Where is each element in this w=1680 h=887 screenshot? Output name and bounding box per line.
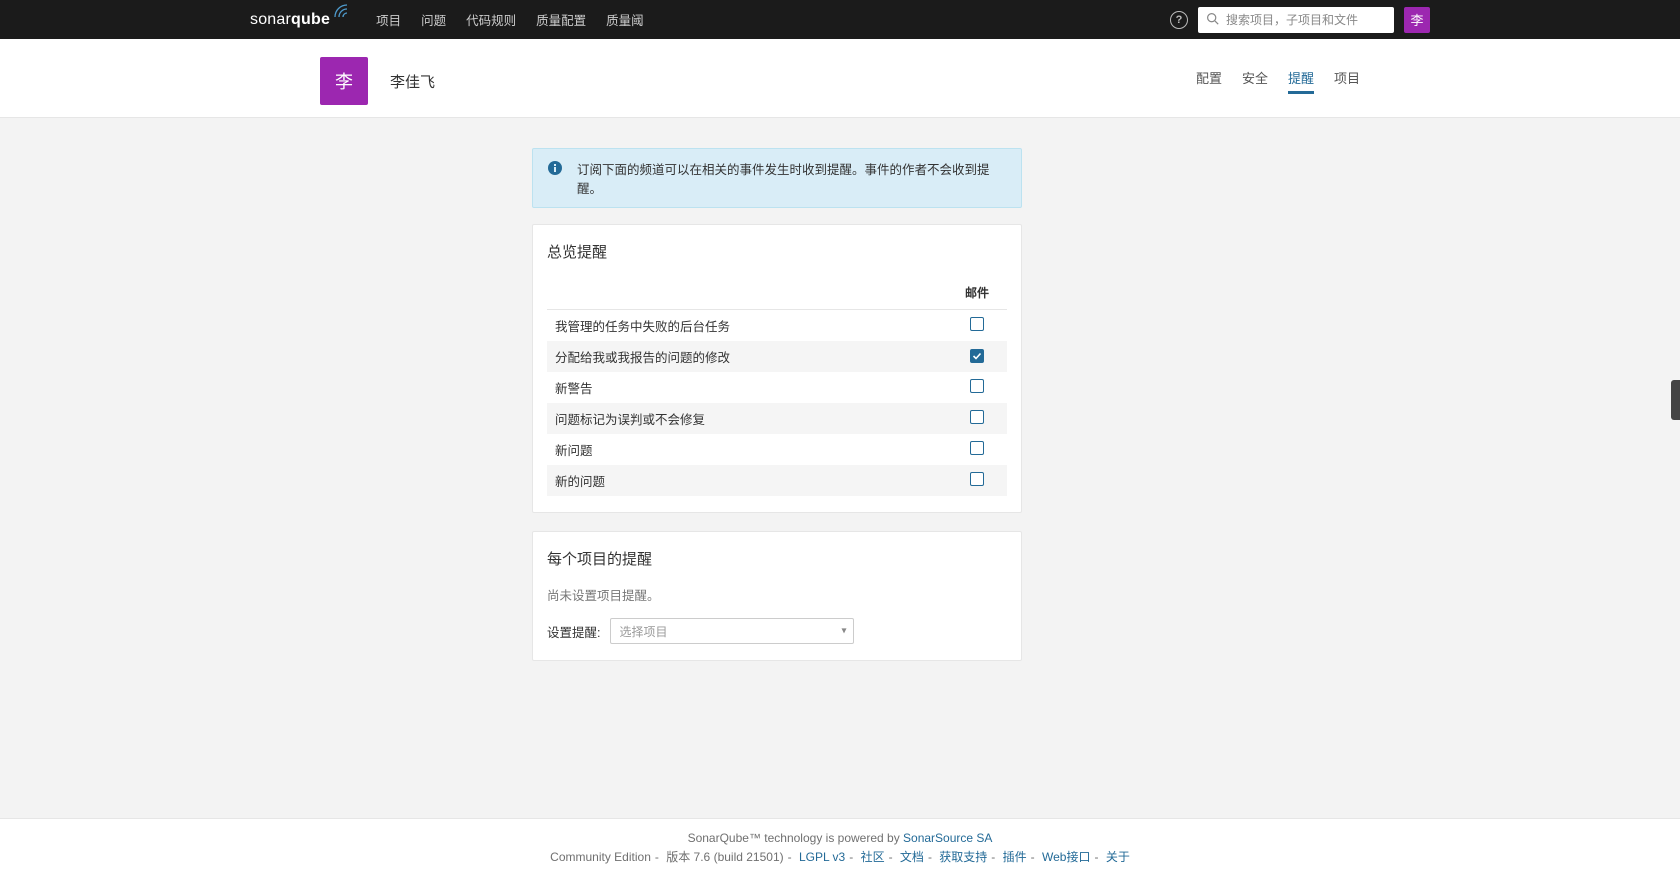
user-name: 李佳飞 bbox=[390, 71, 435, 92]
notification-checkbox-cell bbox=[947, 434, 1007, 465]
table-row: 新的问题 bbox=[547, 465, 1007, 496]
checkbox[interactable] bbox=[970, 379, 984, 393]
nav-projects[interactable]: 项目 bbox=[366, 0, 411, 39]
notification-label: 我管理的任务中失败的后台任务 bbox=[547, 310, 947, 342]
notification-checkbox-cell bbox=[947, 341, 1007, 372]
footer-link-about[interactable]: 关于 bbox=[1106, 850, 1130, 864]
search-box bbox=[1198, 7, 1394, 33]
footer-version: 版本 7.6 (build 21501) bbox=[666, 850, 783, 864]
logo-waves-icon bbox=[334, 4, 348, 21]
tab-security[interactable]: 安全 bbox=[1242, 68, 1268, 94]
navbar-left: sonarqube 项目 问题 代码规则 质量配置 质量阈 bbox=[20, 0, 654, 39]
notification-label: 分配给我或我报告的问题的修改 bbox=[547, 341, 947, 372]
user-avatar-small[interactable]: 李 bbox=[1404, 7, 1430, 33]
table-row: 问题标记为误判或不会修复 bbox=[547, 403, 1007, 434]
checkbox[interactable] bbox=[970, 317, 984, 331]
checkbox[interactable] bbox=[970, 441, 984, 455]
notification-checkbox-cell bbox=[947, 310, 1007, 342]
project-select[interactable]: 选择项目 ▾ bbox=[610, 618, 854, 644]
logo-thin: sonar bbox=[250, 11, 291, 28]
panel-global-notifications: 总览提醒 邮件 我管理的任务中失败的后台任务分配给我或我报告的问题的修改新警告问… bbox=[532, 224, 1022, 513]
footer-edition: Community Edition bbox=[550, 850, 651, 864]
search-input[interactable] bbox=[1198, 7, 1394, 33]
tab-projects[interactable]: 项目 bbox=[1334, 68, 1360, 94]
footer-link-lgpl[interactable]: LGPL v3 bbox=[799, 850, 845, 864]
chevron-down-icon: ▾ bbox=[841, 626, 846, 637]
checkbox[interactable] bbox=[970, 472, 984, 486]
notification-label: 新问题 bbox=[547, 434, 947, 465]
footer-powered-prefix: SonarQube™ technology is powered by bbox=[688, 831, 903, 845]
info-icon bbox=[547, 160, 563, 179]
main-area: 订阅下面的频道可以在相关的事件发生时收到提醒。事件的作者不会收到提醒。 总览提醒… bbox=[0, 118, 1680, 818]
table-row: 我管理的任务中失败的后台任务 bbox=[547, 310, 1007, 342]
footer-link-plugins[interactable]: 插件 bbox=[1003, 850, 1027, 864]
help-icon[interactable]: ? bbox=[1170, 11, 1188, 29]
notification-label: 新的问题 bbox=[547, 465, 947, 496]
panel-global-title: 总览提醒 bbox=[547, 241, 1007, 262]
notification-table: 邮件 我管理的任务中失败的后台任务分配给我或我报告的问题的修改新警告问题标记为误… bbox=[547, 278, 1007, 496]
checkbox[interactable] bbox=[970, 410, 984, 424]
panel-project-notifications: 每个项目的提醒 尚未设置项目提醒。 设置提醒: 选择项目 ▾ bbox=[532, 531, 1022, 661]
subheader: 李 李佳飞 配置 安全 提醒 项目 bbox=[0, 39, 1680, 118]
subtabs: 配置 安全 提醒 项目 bbox=[1196, 68, 1360, 94]
footer-link-docs[interactable]: 文档 bbox=[900, 850, 924, 864]
top-navbar: sonarqube 项目 问题 代码规则 质量配置 质量阈 ? 李 bbox=[0, 0, 1680, 39]
checkbox[interactable] bbox=[970, 349, 984, 363]
footer: SonarQube™ technology is powered by Sona… bbox=[0, 818, 1680, 887]
navbar-right: ? 李 bbox=[1170, 7, 1660, 33]
table-row: 分配给我或我报告的问题的修改 bbox=[547, 341, 1007, 372]
footer-link-support[interactable]: 获取支持 bbox=[939, 850, 987, 864]
panel-project-title: 每个项目的提醒 bbox=[547, 548, 1007, 569]
nav-issues[interactable]: 问题 bbox=[411, 0, 456, 39]
logo[interactable]: sonarqube bbox=[250, 10, 348, 29]
footer-link-community[interactable]: 社区 bbox=[861, 850, 885, 864]
tab-notifications[interactable]: 提醒 bbox=[1288, 68, 1314, 94]
tab-profile[interactable]: 配置 bbox=[1196, 68, 1222, 94]
notification-label: 问题标记为误判或不会修复 bbox=[547, 403, 947, 434]
info-banner-text: 订阅下面的频道可以在相关的事件发生时收到提醒。事件的作者不会收到提醒。 bbox=[577, 159, 1007, 197]
footer-sonarsource-link[interactable]: SonarSource SA bbox=[903, 831, 992, 845]
notification-checkbox-cell bbox=[947, 403, 1007, 434]
nav-rules[interactable]: 代码规则 bbox=[456, 0, 526, 39]
side-handle[interactable] bbox=[1671, 380, 1680, 420]
project-empty-text: 尚未设置项目提醒。 bbox=[547, 585, 1007, 604]
project-select-label: 设置提醒: bbox=[547, 622, 600, 641]
footer-link-webapi[interactable]: Web接口 bbox=[1042, 850, 1090, 864]
nav-quality-profiles[interactable]: 质量配置 bbox=[526, 0, 596, 39]
nav-links: 项目 问题 代码规则 质量配置 质量阈 bbox=[366, 0, 654, 39]
table-row: 新问题 bbox=[547, 434, 1007, 465]
project-select-row: 设置提醒: 选择项目 ▾ bbox=[547, 618, 1007, 644]
nav-quality-gates[interactable]: 质量阈 bbox=[596, 0, 654, 39]
search-icon bbox=[1206, 12, 1219, 28]
info-banner: 订阅下面的频道可以在相关的事件发生时收到提醒。事件的作者不会收到提醒。 bbox=[532, 148, 1022, 208]
col-blank bbox=[547, 278, 947, 310]
user-avatar-big: 李 bbox=[320, 57, 368, 105]
notification-checkbox-cell bbox=[947, 372, 1007, 403]
table-row: 新警告 bbox=[547, 372, 1007, 403]
project-select-placeholder: 选择项目 bbox=[610, 618, 854, 644]
notification-label: 新警告 bbox=[547, 372, 947, 403]
notification-checkbox-cell bbox=[947, 465, 1007, 496]
col-email: 邮件 bbox=[947, 278, 1007, 310]
logo-bold: qube bbox=[291, 11, 330, 28]
